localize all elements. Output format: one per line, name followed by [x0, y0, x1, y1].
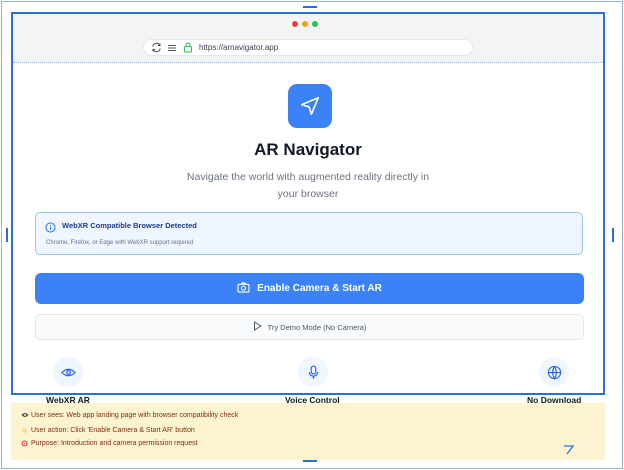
- demo-mode-label: Try Demo Mode (No Camera): [267, 322, 367, 332]
- page-title: AR Navigator: [254, 140, 362, 159]
- url-text: https://arnavigator.app: [199, 43, 279, 52]
- feature-icon-voice: [298, 357, 328, 387]
- eye-icon: [60, 368, 76, 376]
- enable-camera-label: Enable Camera & Start AR: [257, 283, 382, 294]
- page-subtitle: Navigate the world with augmented realit…: [186, 171, 430, 200]
- feature-icon-download: [539, 357, 569, 387]
- enable-camera-button[interactable]: Enable Camera & Start AR: [35, 273, 584, 304]
- app-logo: [288, 84, 332, 128]
- browser-toolbar: https://arnavigator.app: [13, 14, 603, 63]
- address-bar[interactable]: https://arnavigator.app: [143, 39, 473, 56]
- note-purpose-text: Purpose: Introduction and camera permiss…: [31, 440, 198, 447]
- pointer-emoji-icon: [21, 427, 28, 434]
- note-user-action-text: User action: Click 'Enable Camera & Star…: [31, 427, 195, 434]
- eye-emoji-icon: [21, 412, 29, 419]
- resize-handle-bottom[interactable]: [303, 460, 317, 462]
- window-controls: [292, 21, 318, 27]
- microphone-icon: [308, 364, 318, 379]
- info-icon: [45, 220, 56, 233]
- resize-handle-top[interactable]: [303, 6, 317, 8]
- compatibility-notice: WebXR Compatible Browser Detected Chrome…: [35, 212, 583, 255]
- annotation-panel: User sees: Web app landing page with bro…: [11, 403, 605, 460]
- menu-icon[interactable]: [166, 42, 178, 54]
- lock-icon: [182, 42, 194, 54]
- globe-icon: [547, 365, 561, 380]
- minimize-window-dot[interactable]: [302, 21, 308, 27]
- maximize-window-dot[interactable]: [312, 21, 318, 27]
- target-emoji-icon: [21, 440, 28, 447]
- note-user-sees: User sees: Web app landing page with bro…: [21, 412, 238, 419]
- camera-icon: [237, 281, 250, 296]
- notice-subtitle: Chrome, Firefox, or Edge with WebXR supp…: [46, 240, 194, 246]
- notice-title: WebXR Compatible Browser Detected: [62, 221, 197, 230]
- resize-handle-right[interactable]: [612, 228, 614, 242]
- navigation-arrow-icon: [300, 96, 320, 116]
- note-user-sees-text: User sees: Web app landing page with bro…: [31, 412, 239, 419]
- note-purpose: Purpose: Introduction and camera permiss…: [21, 440, 198, 447]
- cursor-mark-icon: [564, 445, 575, 455]
- close-window-dot[interactable]: [292, 21, 298, 27]
- feature-icon-webxr: [53, 357, 83, 387]
- screenshot-canvas: https://arnavigator.app AR Navigator Nav…: [0, 0, 624, 470]
- note-user-action: User action: Click 'Enable Camera & Star…: [21, 427, 195, 434]
- browser-frame: https://arnavigator.app AR Navigator Nav…: [11, 12, 605, 395]
- play-icon: [253, 321, 262, 333]
- reload-icon[interactable]: [150, 42, 162, 54]
- resize-handle-left[interactable]: [6, 228, 8, 242]
- demo-mode-button[interactable]: Try Demo Mode (No Camera): [35, 314, 584, 340]
